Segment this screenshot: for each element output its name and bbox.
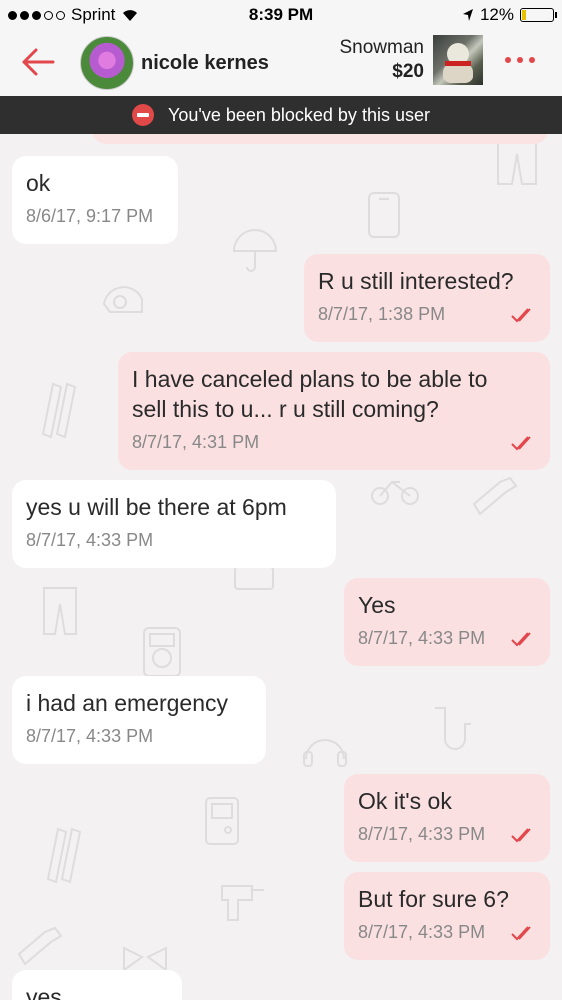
blocked-banner: You've been blocked by this user [0, 96, 562, 134]
trumpet-doodle-icon [470, 474, 520, 524]
blocked-banner-text: You've been blocked by this user [168, 104, 430, 125]
read-receipt-icon [511, 631, 531, 646]
avatar[interactable] [80, 36, 134, 90]
message-bubble-incoming[interactable]: i had an emergency 8/7/17, 4:33 PM [12, 676, 266, 764]
phone-doodle-icon [365, 189, 405, 246]
chat-thread[interactable]: ok 8/6/17, 9:17 PM R u still interested?… [0, 134, 562, 1000]
message-timestamp: 8/7/17, 4:33 PM [26, 726, 154, 746]
more-options-icon[interactable] [505, 57, 535, 63]
message-bubble-incoming[interactable]: yes u will be there at 6pm 8/7/17, 4:33 … [12, 480, 336, 568]
ipod-doodle-icon [140, 624, 185, 684]
message-text: Yes [358, 592, 396, 618]
message-bubble-outgoing[interactable]: Yes 8/7/17, 4:33 PM [344, 578, 550, 666]
message-timestamp: 8/7/17, 4:33 PM [358, 628, 486, 648]
skis-doodle-icon-2 [40, 824, 85, 889]
no-entry-icon [132, 104, 155, 126]
message-timestamp: 8/6/17, 9:17 PM [26, 206, 154, 226]
gameboy-doodle-icon [202, 794, 242, 854]
back-arrow-icon[interactable] [20, 44, 56, 80]
saxophone-doodle-icon [425, 704, 475, 764]
message-timestamp: 8/7/17, 4:33 PM [358, 922, 486, 942]
message-text: Ok it's ok [358, 788, 452, 814]
headphones-doodle-icon [300, 724, 350, 774]
helmet-doodle-icon [98, 274, 148, 324]
message-bubble-outgoing[interactable]: R u still interested? 8/7/17, 1:38 PM [304, 254, 550, 342]
read-receipt-icon [511, 435, 531, 450]
message-text: yes u will be there at 6pm [26, 494, 287, 520]
read-receipt-icon [511, 307, 531, 322]
umbrella-doodle-icon [230, 229, 280, 279]
location-arrow-icon [462, 9, 473, 21]
bicycle-doodle-icon [370, 474, 420, 511]
item-thumbnail[interactable] [433, 35, 483, 85]
skis-doodle-icon [35, 379, 80, 444]
chat-header: nicole kernes Snowman $20 [0, 30, 562, 96]
pants-doodle-icon-2 [40, 584, 80, 644]
status-bar: Sprint 8:39 PM 12% [0, 0, 562, 30]
message-timestamp: 8/7/17, 4:31 PM [132, 432, 260, 452]
read-receipt-icon [511, 827, 531, 842]
message-bubble-outgoing[interactable]: Ok it's ok 8/7/17, 4:33 PM [344, 774, 550, 862]
message-timestamp: 8/7/17, 4:33 PM [358, 824, 486, 844]
battery-percent: 12% [479, 5, 514, 24]
read-receipt-icon [511, 925, 531, 940]
message-bubble-incoming[interactable]: ok 8/6/17, 9:17 PM [12, 156, 178, 244]
message-timestamp: 8/7/17, 1:38 PM [318, 304, 446, 324]
message-text: ok [26, 170, 51, 196]
message-bubble-outgoing[interactable]: I have canceled plans to be able to sell… [118, 352, 550, 470]
previous-message-bubble [92, 134, 548, 144]
drill-doodle-icon [218, 874, 268, 929]
message-text: R u still interested? [318, 268, 514, 294]
trumpet-doodle-icon-2 [15, 924, 65, 974]
message-bubble-incoming[interactable]: yes [12, 970, 182, 1000]
message-text: But for sure 6? [358, 886, 509, 912]
message-timestamp: 8/7/17, 4:33 PM [26, 530, 154, 550]
message-text: I have canceled plans to be able to sell… [132, 366, 488, 422]
item-title[interactable]: Snowman [340, 37, 425, 59]
item-price: $20 [392, 61, 424, 82]
contact-name[interactable]: nicole kernes [141, 52, 269, 75]
wallet-doodle-icon [232, 564, 277, 599]
battery-area: 12% [462, 5, 557, 25]
message-bubble-outgoing[interactable]: But for sure 6? 8/7/17, 4:33 PM [344, 872, 550, 960]
battery-icon [520, 8, 557, 22]
message-text: i had an emergency [26, 690, 229, 716]
message-text: yes [26, 984, 62, 1000]
